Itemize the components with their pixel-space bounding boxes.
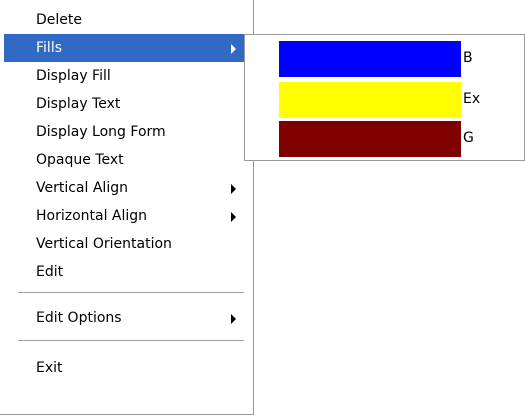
menu-item-vertical-orientation[interactable]: Vertical Orientation (4, 230, 248, 258)
menu-item-delete[interactable]: Delete (4, 6, 248, 34)
menu-item-label: Display Long Form (36, 124, 166, 140)
menu-item-label: Fills (36, 40, 62, 56)
menu-item-label: Vertical Align (36, 180, 128, 196)
submenu-arrow-icon (231, 44, 236, 54)
menu-item-label: Edit (36, 264, 64, 280)
menu-item-exit[interactable]: Exit (4, 354, 248, 382)
menu-item-edit-options[interactable]: Edit Options (4, 304, 248, 332)
menu-item-label: Display Fill (36, 68, 111, 84)
fill-label: Ex (463, 91, 481, 107)
color-swatch (279, 41, 461, 77)
menu-item-display-long-form[interactable]: Display Long Form (4, 118, 248, 146)
menu-item-display-fill[interactable]: Display Fill (4, 62, 248, 90)
menu-item-opaque-text[interactable]: Opaque Text (4, 146, 248, 174)
fill-label: G (463, 130, 474, 146)
fills-submenu: B Ex G (244, 34, 525, 161)
menu-item-label: Edit Options (36, 310, 122, 326)
submenu-arrow-icon (231, 314, 236, 324)
menu-item-label: Horizontal Align (36, 208, 148, 224)
menu-item-label: Opaque Text (36, 152, 124, 168)
menu-item-label: Exit (36, 360, 63, 376)
menu-separator (18, 292, 244, 294)
menu-separator (18, 340, 244, 342)
submenu-arrow-icon (231, 184, 236, 194)
context-menu: Delete Fills Display Fill Display Text D… (0, 0, 254, 415)
menu-item-horizontal-align[interactable]: Horizontal Align (4, 202, 248, 230)
fill-item-g[interactable]: G (279, 121, 519, 157)
menu-item-label: Display Text (36, 96, 121, 112)
menu-item-display-text[interactable]: Display Text (4, 90, 248, 118)
submenu-arrow-icon (231, 212, 236, 222)
fill-item-ex[interactable]: Ex (279, 82, 519, 118)
menu-item-label: Delete (36, 12, 82, 28)
menu-item-edit[interactable]: Edit (4, 258, 248, 286)
color-swatch (279, 82, 461, 118)
menu-item-fills[interactable]: Fills (4, 34, 248, 62)
fill-item-b[interactable]: B (279, 41, 519, 77)
screen: Delete Fills Display Fill Display Text D… (0, 0, 525, 415)
color-swatch (279, 121, 461, 157)
menu-item-vertical-align[interactable]: Vertical Align (4, 174, 248, 202)
menu-item-label: Vertical Orientation (36, 236, 172, 252)
fill-label: B (463, 50, 473, 66)
